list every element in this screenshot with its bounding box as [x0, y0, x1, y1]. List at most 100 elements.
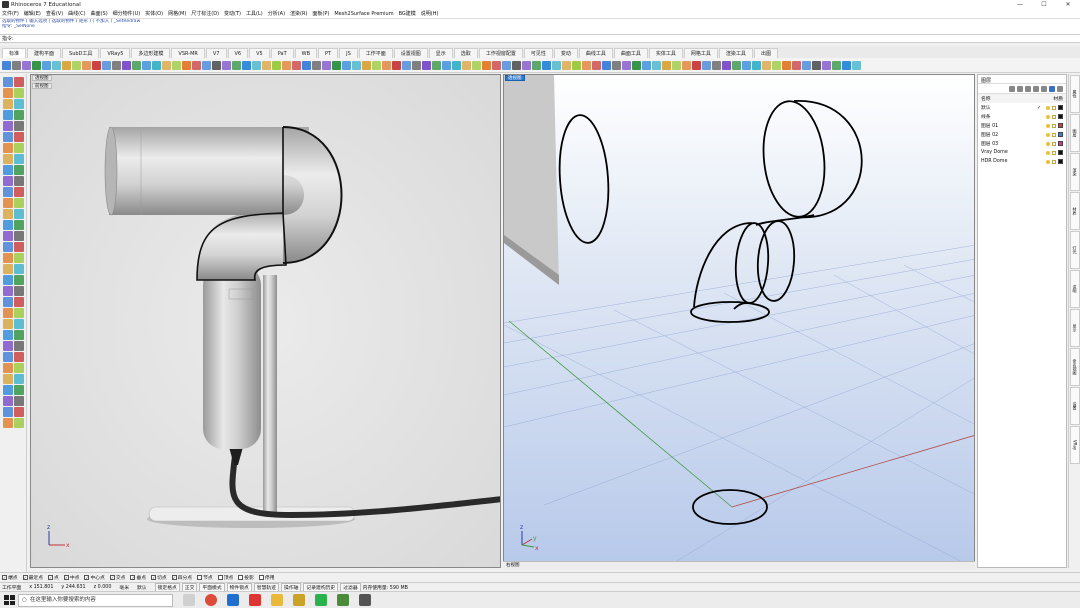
toolbar-tool-icon[interactable]	[742, 60, 751, 70]
osnap-checkbox[interactable]: ✓	[2, 574, 7, 580]
toolbar-tool-icon[interactable]	[522, 60, 531, 70]
modeling-tool-icon[interactable]	[2, 208, 13, 219]
modeling-tool-icon[interactable]	[13, 186, 24, 197]
side-tab[interactable]: 命名视图	[1069, 348, 1080, 386]
toolbar-tool-icon[interactable]	[142, 60, 151, 70]
tab-transform[interactable]: 变动	[553, 48, 578, 58]
modeling-tool-icon[interactable]	[2, 318, 13, 329]
menu-file[interactable]: 文件(F)	[2, 10, 19, 17]
menu-bg-modeling[interactable]: BG建模	[399, 10, 416, 17]
menu-view[interactable]: 查看(V)	[46, 10, 63, 17]
viewport-tab-active[interactable]: 右视图	[506, 563, 520, 568]
modeling-tool-icon[interactable]	[2, 230, 13, 241]
toolbar-tool-icon[interactable]	[672, 60, 681, 70]
toolbar-tool-icon[interactable]	[162, 60, 171, 70]
tab-mesh-tools[interactable]: 网格工具	[683, 48, 718, 58]
side-tab[interactable]: 属性	[1069, 75, 1080, 113]
toolbar-tool-icon[interactable]	[192, 60, 201, 70]
modeling-tool-icon[interactable]	[2, 263, 13, 274]
tab-wb[interactable]: WB	[294, 48, 318, 58]
toolbar-tool-icon[interactable]	[442, 60, 451, 70]
menu-curve[interactable]: 曲线(C)	[68, 10, 85, 17]
menu-edit[interactable]: 编辑(E)	[24, 10, 41, 17]
modeling-tool-icon[interactable]	[2, 175, 13, 186]
lightbulb-icon[interactable]	[1046, 159, 1050, 164]
tab-js[interactable]: JS	[339, 48, 358, 58]
toolbar-tool-icon[interactable]	[392, 60, 401, 70]
command-input[interactable]: 指令:	[0, 34, 1080, 43]
osnap-checkbox[interactable]: ✓	[48, 574, 54, 580]
osnap-option[interactable]: 顶点	[217, 574, 233, 581]
tab-pat[interactable]: PaT	[270, 48, 294, 58]
toolbar-tool-icon[interactable]	[422, 60, 431, 70]
toolbar-tool-icon[interactable]	[152, 60, 161, 70]
side-tab[interactable]: 图层	[1069, 114, 1080, 152]
layer-row[interactable]: Vray Dome	[978, 148, 1066, 157]
modeling-tool-icon[interactable]	[2, 384, 13, 395]
new-sublayer-icon[interactable]	[1017, 85, 1023, 92]
toolbar-tool-icon[interactable]	[532, 60, 541, 70]
menu-mesh2surface[interactable]: Mesh2Surface Premium	[334, 11, 393, 17]
osnap-checkbox[interactable]: ✓	[84, 574, 90, 580]
toolbar-tool-icon[interactable]	[172, 60, 181, 70]
toolbar-tool-icon[interactable]	[312, 60, 321, 70]
osnap-checkbox[interactable]	[197, 574, 203, 580]
modeling-tool-icon[interactable]	[13, 252, 24, 263]
toolbar-tool-icon[interactable]	[592, 60, 601, 70]
toolbar-tool-icon[interactable]	[32, 60, 41, 70]
windows-start-icon[interactable]	[3, 594, 15, 606]
tab-subd-tools[interactable]: SubD工具	[62, 48, 100, 58]
modeling-tool-icon[interactable]	[13, 197, 24, 208]
side-tab[interactable]: 说明	[1069, 270, 1080, 308]
toolbar-tool-icon[interactable]	[772, 60, 781, 70]
tools-icon[interactable]	[1057, 85, 1063, 92]
toolbar-tool-icon[interactable]	[332, 60, 341, 70]
viewport-right[interactable]: z y x 透视图	[503, 74, 975, 568]
toolbar-tool-icon[interactable]	[362, 60, 371, 70]
toolbar-tool-icon[interactable]	[602, 60, 611, 70]
menu-subd[interactable]: 细分物件(U)	[113, 10, 141, 17]
toolbar-tool-icon[interactable]	[732, 60, 741, 70]
modeling-tool-icon[interactable]	[2, 120, 13, 131]
toolbar-tool-icon[interactable]	[762, 60, 771, 70]
toolbar-tool-icon[interactable]	[232, 60, 241, 70]
modeling-tool-icon[interactable]	[2, 285, 13, 296]
toolbar-tool-icon[interactable]	[482, 60, 491, 70]
osnap-option[interactable]: ✓ 四分点	[171, 574, 192, 581]
modeling-tool-icon[interactable]	[13, 109, 24, 120]
toolbar-tool-icon[interactable]	[382, 60, 391, 70]
modeling-tool-icon[interactable]	[13, 175, 24, 186]
tab-pt[interactable]: PT	[318, 48, 339, 58]
osnap-checkbox[interactable]	[217, 574, 223, 580]
modeling-tool-icon[interactable]	[2, 76, 13, 87]
menu-surface[interactable]: 曲面(S)	[91, 10, 108, 17]
modeling-tool-icon[interactable]	[13, 329, 24, 340]
tab-v6[interactable]: V6	[227, 48, 249, 58]
modeling-tool-icon[interactable]	[13, 395, 24, 406]
tab-solid-tools[interactable]: 实体工具	[648, 48, 683, 58]
toolbar-tool-icon[interactable]	[282, 60, 291, 70]
toolbar-tool-icon[interactable]	[842, 60, 851, 70]
lock-icon[interactable]	[1052, 132, 1056, 137]
side-tab[interactable]: VRay	[1069, 426, 1080, 464]
toolbar-tool-icon[interactable]	[702, 60, 711, 70]
photoshop-icon[interactable]	[293, 594, 305, 606]
osnap-option[interactable]: ✓ 切点	[151, 574, 167, 581]
toolbar-tool-icon[interactable]	[542, 60, 551, 70]
lightbulb-icon[interactable]	[1046, 132, 1050, 137]
osnap-checkbox[interactable]: ✓	[63, 574, 69, 580]
menu-help[interactable]: 说明(H)	[421, 10, 439, 17]
modeling-tool-icon[interactable]	[13, 153, 24, 164]
toolbar-tool-icon[interactable]	[562, 60, 571, 70]
viewport-left-subtitle[interactable]: 前视图	[32, 83, 52, 89]
osnap-checkbox[interactable]	[238, 574, 244, 580]
toolbar-tool-icon[interactable]	[472, 60, 481, 70]
modeling-tool-icon[interactable]	[2, 219, 13, 230]
status-layer[interactable]: 默认	[137, 584, 147, 591]
modeling-tool-icon[interactable]	[13, 164, 24, 175]
modeling-tool-icon[interactable]	[13, 76, 24, 87]
menu-solid[interactable]: 实体(O)	[145, 10, 163, 17]
new-layer-icon[interactable]	[1009, 85, 1015, 92]
menu-dimension[interactable]: 尺寸标注(D)	[191, 10, 219, 17]
tab-v5[interactable]: V5	[249, 48, 270, 58]
